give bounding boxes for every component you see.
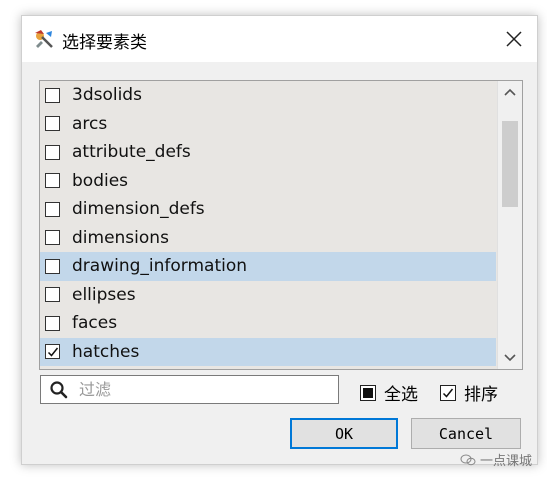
chevron-up-icon: [504, 88, 516, 96]
list-item[interactable]: bodies: [40, 167, 496, 196]
list-item[interactable]: drawing_information: [40, 252, 496, 281]
list-item[interactable]: dimensions: [40, 224, 496, 253]
select-feature-class-dialog: 选择要素类 3dsolids arcs attribute_defsbodies di…: [21, 15, 538, 465]
item-label: dimensions: [72, 227, 169, 248]
vertical-scrollbar[interactable]: [497, 81, 522, 369]
checkmark-icon: [442, 388, 454, 398]
scroll-thumb[interactable]: [502, 121, 518, 207]
checkmark-icon: [47, 347, 58, 357]
app-icon: [35, 30, 53, 48]
watermark-text: 一点课城: [480, 454, 533, 469]
item-checkbox[interactable]: [45, 344, 60, 360]
item-checkbox[interactable]: [45, 315, 60, 331]
list-item[interactable]: hatches: [40, 337, 496, 366]
list-item[interactable]: 3dsolids: [40, 81, 496, 110]
list-item[interactable]: faces: [40, 309, 496, 338]
item-checkbox[interactable]: [45, 258, 60, 274]
sort-checkbox[interactable]: 排序: [440, 380, 498, 405]
partial-indicator: [363, 387, 373, 398]
ok-button[interactable]: OK: [290, 418, 398, 449]
select-all-box: [360, 384, 376, 401]
sort-label: 排序: [464, 385, 498, 405]
item-label: dimension_defs: [72, 199, 205, 220]
item-label: bodies: [72, 170, 129, 191]
cancel-button[interactable]: Cancel: [411, 418, 521, 449]
item-label: attribute_defs: [72, 142, 191, 163]
item-label: arcs: [72, 113, 108, 134]
sort-box: [440, 384, 456, 401]
item-checkbox[interactable]: [45, 230, 60, 246]
filter-input[interactable]: [79, 378, 329, 401]
list-item[interactable]: arcs: [40, 110, 496, 139]
item-label: hatches: [72, 341, 140, 362]
select-all-label: 全选: [384, 385, 418, 405]
scroll-down-button[interactable]: [498, 347, 522, 369]
item-label: ellipses: [72, 284, 136, 305]
list-item[interactable]: ellipses: [40, 281, 496, 310]
close-button[interactable]: [499, 24, 529, 54]
item-label: faces: [72, 313, 118, 334]
chevron-down-icon: [504, 354, 516, 362]
item-checkbox[interactable]: [45, 87, 60, 103]
item-checkbox[interactable]: [45, 144, 60, 160]
filter-box: [40, 375, 339, 404]
item-label: 3dsolids: [72, 85, 142, 106]
select-all-checkbox[interactable]: 全选: [360, 380, 418, 405]
title-bar: 选择要素类: [22, 16, 537, 62]
item-checkbox[interactable]: [45, 287, 60, 303]
close-icon: [506, 31, 522, 47]
scroll-up-button[interactable]: [498, 81, 522, 103]
window-title: 选择要素类: [62, 33, 147, 53]
feature-class-list[interactable]: 3dsolids arcs attribute_defsbodies dimensio…: [39, 80, 523, 370]
watermark: 一点课城: [460, 450, 532, 469]
wechat-icon: [460, 454, 476, 465]
list-items: 3dsolids arcs attribute_defsbodies dimensio…: [40, 81, 496, 366]
item-checkbox[interactable]: [45, 116, 60, 132]
item-checkbox[interactable]: [45, 173, 60, 189]
item-label: drawing_information: [72, 256, 248, 277]
item-checkbox[interactable]: [45, 201, 60, 217]
list-item[interactable]: attribute_defs: [40, 138, 496, 167]
search-icon: [50, 381, 68, 399]
list-item[interactable]: dimension_defs: [40, 195, 496, 224]
